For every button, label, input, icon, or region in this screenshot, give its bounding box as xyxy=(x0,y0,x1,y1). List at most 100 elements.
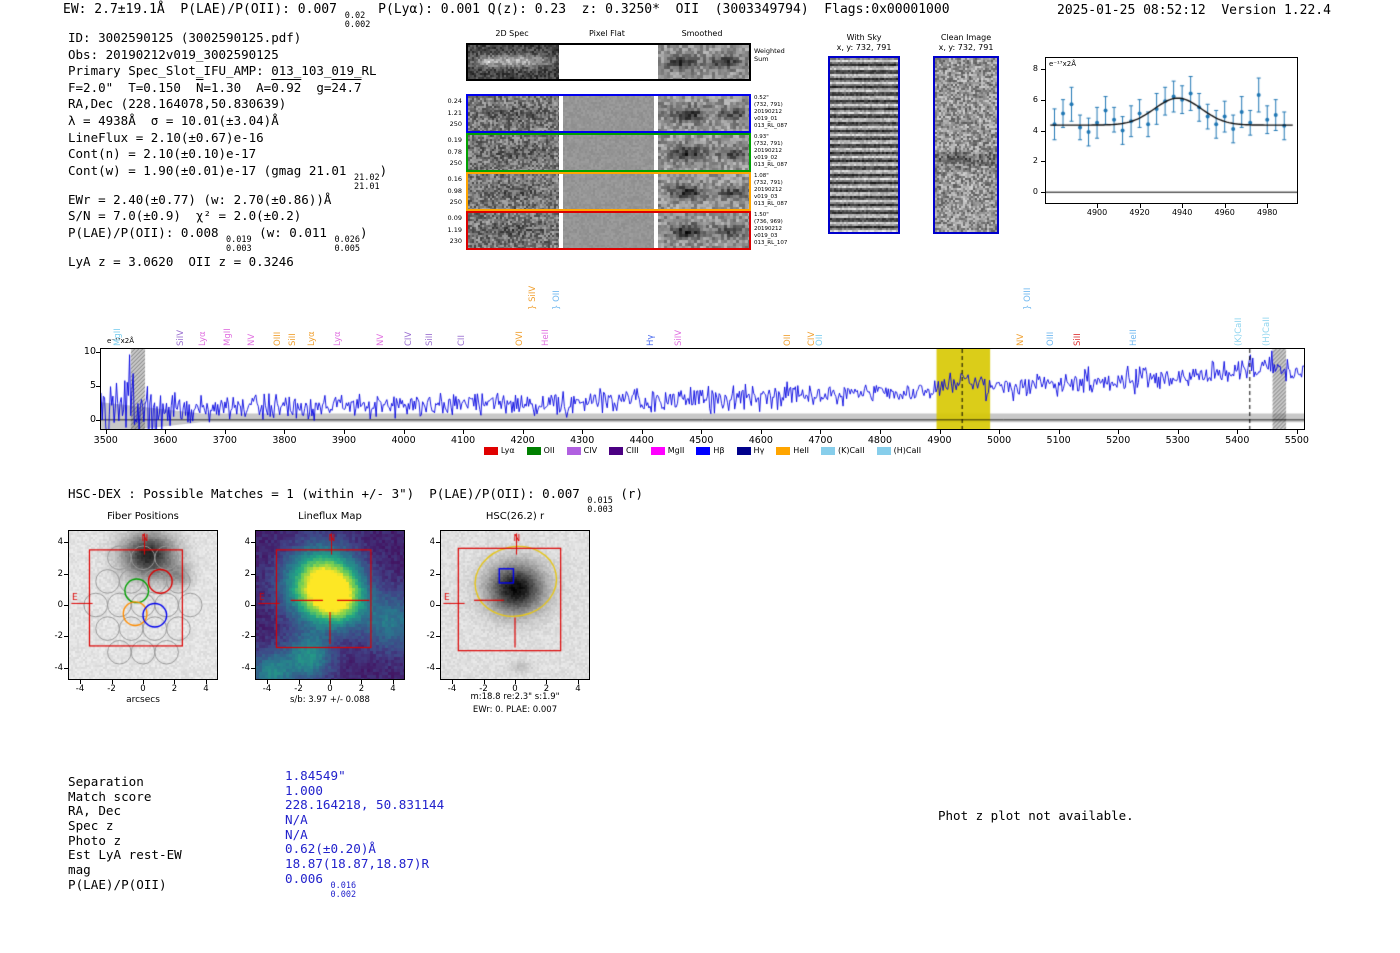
annotation-line: 013_RL_087 xyxy=(754,123,788,129)
spec2d-row-annotation: 0.93" (732, 791) 20190212 v019_02 013_RL_087 xyxy=(754,134,800,169)
line-fit-chart-frame xyxy=(1045,57,1298,204)
axis-tick-label: 4 xyxy=(203,684,209,694)
text-segment: λ = 4938Å σ = 10.01(±3.04)Å xyxy=(68,112,279,128)
match-field-label: Est LyA rest-EW xyxy=(68,847,182,863)
spec2d-row-annotation: 0.52" (732, 791) 20190212 v019_01 013_RL_087 xyxy=(754,95,800,130)
match-field-label: RA, Dec xyxy=(68,803,122,819)
axis-tick-mark xyxy=(330,680,331,684)
axis-tick-mark xyxy=(1118,430,1120,434)
lineflux-map-title: Lineflux Map xyxy=(298,511,362,522)
axis-tick-mark xyxy=(760,430,762,434)
uncertainty-lower: 0.002 xyxy=(344,19,371,30)
emission-line-label: SiII xyxy=(424,333,435,346)
value-uncertainty: 0.015 0.003 xyxy=(587,497,613,515)
spec2d-row xyxy=(466,211,751,250)
axis-tick-label: 5100 xyxy=(1046,435,1071,446)
annotation-line: 0.93" xyxy=(754,134,769,140)
value-uncertainty: 0.016 0.002 xyxy=(330,881,357,900)
report-timestamp: 2025-01-25 08:52:12 Version 1.22.4 xyxy=(1057,3,1331,18)
emission-line-label: OII xyxy=(815,334,826,346)
match-table-labels: Separation Match score RA, Dec Spec z Photo … xyxy=(68,774,182,892)
axis-tick-mark xyxy=(111,680,113,684)
detection-info-line: RA,Dec (228.164078,50.830639) xyxy=(68,96,387,113)
with-sky-title: With Sky xyxy=(846,33,882,42)
detection-info-block: ID: 3002590125 (3002590125.pdf) Obs: 2019… xyxy=(68,30,387,270)
spec2d-row-pixelflat-canvas xyxy=(563,213,654,248)
emission-line-label: OIII xyxy=(273,331,284,346)
axis-tick-mark xyxy=(999,430,1001,434)
axis-tick-label: -4 xyxy=(75,684,85,694)
spec2d-row-scale-labels: 0.09 1.19 230 xyxy=(434,213,462,248)
spec2d-weighted-row xyxy=(466,43,751,81)
axis-tick-label: 0 xyxy=(327,684,333,694)
axis-tick-label: 3800 xyxy=(272,435,297,446)
emission-line-label: Lyα xyxy=(306,331,317,346)
spec2d-row-2dspec-canvas xyxy=(468,96,559,131)
axis-tick-mark xyxy=(1097,204,1099,208)
axis-tick-label: 4 xyxy=(57,537,63,548)
legend-item: HeII xyxy=(776,446,809,455)
legend-label: Lyα xyxy=(500,446,515,455)
emission-line-label: MgII xyxy=(223,328,234,346)
detection-info-line: Cont(w) = 1.90(±0.01)e-17 (gmag 21.01 21… xyxy=(68,163,387,192)
uncertainty-lower: 0.003 xyxy=(587,504,613,515)
axis-tick-label: -2 xyxy=(241,631,250,642)
clean-image-frame xyxy=(933,56,999,234)
legend-label: HeII xyxy=(793,446,809,455)
emission-line-label: CIV xyxy=(807,331,818,346)
uncertainty-lower: 0.002 xyxy=(330,889,357,900)
detection-summary-line: EW: 2.7±19.1Å P(LAE)/P(OII): 0.007 0.02 0… xyxy=(63,2,950,30)
axis-tick-mark xyxy=(224,430,226,434)
text-segment: (r) xyxy=(612,486,643,501)
legend-swatch xyxy=(650,446,665,455)
legend-item: (H)CaII xyxy=(876,446,921,455)
legend-swatch xyxy=(483,446,498,455)
detection-info-line: ID: 3002590125 (3002590125.pdf) xyxy=(68,30,387,47)
spec2d-row-pixelflat-canvas xyxy=(563,135,654,170)
match-field-value: 0.006 0.016 0.002 xyxy=(285,871,444,899)
legend-item: Hγ xyxy=(736,446,764,455)
axis-tick-label: 0 xyxy=(1032,187,1038,197)
axis-tick-mark xyxy=(641,430,643,434)
annotation-line: 20190212 xyxy=(754,226,782,232)
emission-line-label: HeII xyxy=(541,329,552,346)
weighted-label-line2: Sum xyxy=(754,54,769,63)
axis-tick-label: -2 xyxy=(294,684,303,694)
legend-swatch xyxy=(876,446,891,455)
spec2d-weighted-label: Weighted Sum xyxy=(754,47,785,63)
axis-tick-label: 5300 xyxy=(1165,435,1190,446)
match-field-label: P(LAE)/P(OII) xyxy=(68,876,167,892)
detection-info-line: Obs: 20190212v019_3002590125 xyxy=(68,47,387,64)
emission-line-label: SiII xyxy=(287,333,298,346)
text-segment: HSC-DEX : Possible Matches = 1 (within +… xyxy=(68,486,588,501)
annotation-line: v019_02 xyxy=(754,155,778,161)
with-sky-coords: x, y: 732, 791 xyxy=(836,43,892,52)
legend-swatch xyxy=(566,446,581,455)
axis-tick-label: 2 xyxy=(358,684,365,694)
text-segment: (w: 0.011 xyxy=(251,224,335,240)
legend-item: Hβ xyxy=(696,446,725,455)
spec2d-row-annotation: 1.08" (732, 791) 20190212 v019_03 013_RL_087 xyxy=(754,173,800,208)
match-field-value: 0.62(±0.20)Å xyxy=(285,841,376,857)
axis-tick-mark xyxy=(1139,204,1141,208)
overlined-value: 24.7 xyxy=(331,79,362,95)
match-table-values: 1.84549" 1.000 228.164218, 50.831144 N/A N/A… xyxy=(285,768,444,899)
axis-tick-label: 4900 xyxy=(927,435,952,446)
axis-tick-label: 8 xyxy=(1032,63,1038,73)
text-segment: LyA z = 3.0620 OII z = 0.3246 xyxy=(68,253,294,269)
axis-tick-mark xyxy=(522,430,524,434)
detection-info-line: P(LAE)/P(OII): 0.008 0.019 0.003 (w: 0.01… xyxy=(68,225,387,254)
scale-value: 250 xyxy=(449,120,462,128)
detection-info-line: Cont(n) = 2.10(±0.10)e-17 xyxy=(68,146,387,163)
axis-tick-label: -4 xyxy=(54,662,63,673)
text-segment: RA,Dec (228.164078,50.830639) xyxy=(68,96,287,112)
axis-tick-mark xyxy=(165,430,167,434)
text-segment: Primary Spec_Slot_IFU_AMP: 013_103_019_R… xyxy=(68,63,377,79)
spec2d-weighted-smoothed-canvas xyxy=(658,45,749,79)
axis-tick-mark xyxy=(1224,204,1226,208)
scale-value: 230 xyxy=(449,237,462,245)
axis-tick-mark xyxy=(463,430,465,434)
fiber-positions-frame xyxy=(68,530,218,680)
detection-info-line: LineFlux = 2.10(±0.67)e-16 xyxy=(68,130,387,147)
axis-tick-label: 4960 xyxy=(1214,208,1235,217)
